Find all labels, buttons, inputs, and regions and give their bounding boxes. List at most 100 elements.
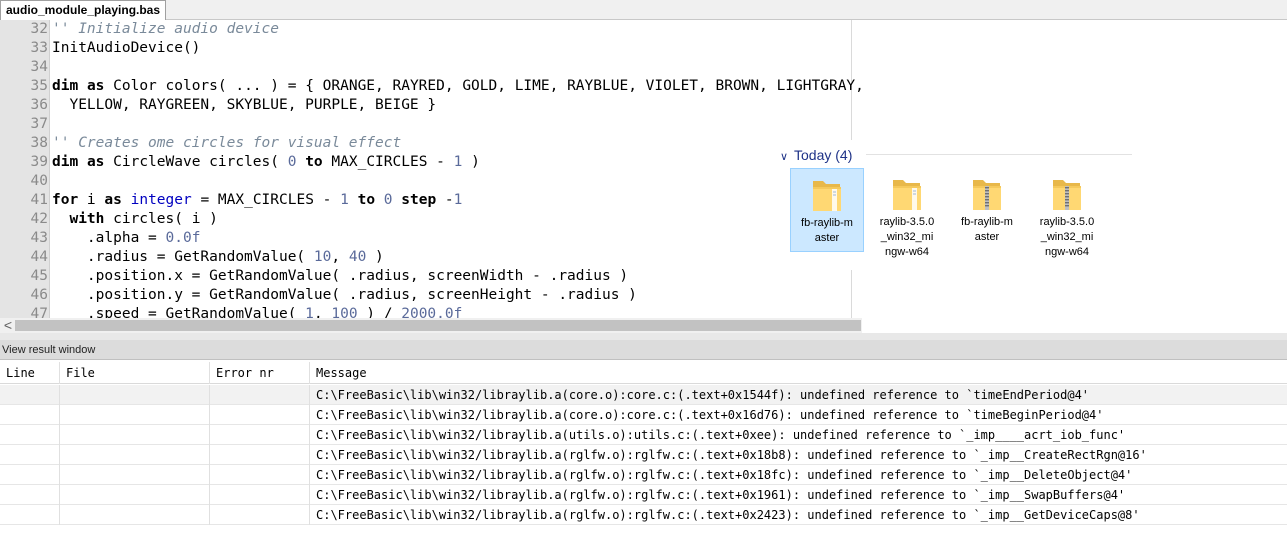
code-token: ,: [331, 249, 349, 265]
line-number: 33: [30, 40, 48, 56]
code-line[interactable]: 38 '' Creates ome circles for visual effe…: [0, 134, 862, 153]
code-token: 40: [348, 249, 367, 265]
result-row[interactable]: C:\FreeBasic\lib\win32/libraylib.a(utils…: [0, 425, 1287, 445]
folder-label: fb-raylib-m aster: [961, 216, 1013, 243]
code-token: 1: [453, 192, 463, 208]
folder-item[interactable]: raylib-3.5.0 _win32_mi ngw-w64: [870, 168, 944, 258]
code-text: YELLOW, RAYGREEN, SKYBLUE, PURPLE, BEIGE…: [52, 96, 436, 115]
column-header-file[interactable]: File: [60, 362, 210, 384]
folder-icon: [890, 174, 924, 214]
folder-item[interactable]: raylib-3.5.0 _win32_mi ngw-w64: [1030, 168, 1104, 258]
line-number: 35: [30, 78, 48, 94]
result-file-cell: [60, 385, 210, 405]
result-file-cell: [60, 425, 210, 445]
code-text: .radius = GetRandomValue( 10, 40 ): [52, 248, 384, 267]
result-error-cell: [210, 385, 310, 405]
result-error-cell: [210, 405, 310, 425]
code-token: YELLOW, RAYGREEN, SKYBLUE, PURPLE, BEIGE…: [52, 97, 437, 113]
code-line[interactable]: 46 .position.y = GetRandomValue( .radius…: [0, 286, 862, 305]
column-header-error[interactable]: Error nr: [210, 362, 310, 384]
result-line-cell: [0, 445, 60, 465]
group-header-today[interactable]: ∨ Today (4): [780, 144, 852, 166]
code-token: .alpha =: [52, 230, 166, 246]
result-row[interactable]: C:\FreeBasic\lib\win32/libraylib.a(core.…: [0, 405, 1287, 425]
line-number: 32: [30, 21, 48, 37]
code-line[interactable]: 42 with circles( i ): [0, 210, 862, 229]
code-token: integer: [130, 192, 192, 208]
line-number: 37: [30, 116, 48, 132]
code-token: .radius = GetRandomValue(: [52, 249, 314, 265]
folder-item[interactable]: fb-raylib-m aster: [790, 168, 864, 252]
code-token: '' Creates ome circles for visual effect: [52, 135, 402, 151]
code-token: with: [69, 211, 105, 227]
code-line[interactable]: 44 .radius = GetRandomValue( 10, 40 ): [0, 248, 862, 267]
code-editor[interactable]: 32 '' Initialize audio device 33 InitAudioD…: [0, 20, 862, 318]
group-divider: [866, 154, 1132, 155]
code-line[interactable]: 43 .alpha = 0.0f: [0, 229, 862, 248]
code-text: .speed = GetRandomValue( 1, 100 ) / 2000…: [52, 305, 462, 318]
result-file-cell: [60, 445, 210, 465]
result-table: Line File Error nr Message C:\FreeBasic\…: [0, 362, 1287, 553]
file-tab[interactable]: audio_module_playing.bas: [0, 0, 167, 20]
panel-splitter[interactable]: [0, 333, 1287, 340]
code-token: InitAudioDevice(): [52, 40, 201, 56]
code-token: = MAX_CIRCLES -: [191, 192, 341, 208]
zip-folder-icon: [1050, 174, 1084, 214]
result-error-cell: [210, 425, 310, 445]
result-row[interactable]: C:\FreeBasic\lib\win32/libraylib.a(rglfw…: [0, 465, 1287, 485]
code-token: ) /: [357, 306, 402, 318]
result-message-cell: C:\FreeBasic\lib\win32/libraylib.a(core.…: [316, 408, 1104, 422]
result-error-cell: [210, 505, 310, 525]
result-row[interactable]: C:\FreeBasic\lib\win32/libraylib.a(rglfw…: [0, 485, 1287, 505]
code-line[interactable]: 39 dim as CircleWave circles( 0 to MAX_CI…: [0, 153, 862, 172]
code-line[interactable]: 34: [0, 58, 862, 77]
code-token: as: [104, 192, 122, 208]
code-text: '' Initialize audio device: [52, 20, 279, 39]
code-line[interactable]: 40: [0, 172, 862, 191]
result-error-cell: [210, 445, 310, 465]
code-text: dim as Color colors( ... ) = { ORANGE, R…: [52, 77, 862, 96]
code-token: 0.0f: [165, 230, 201, 246]
code-token: .position.x = GetRandomValue( .radius, s…: [52, 268, 629, 284]
horizontal-scrollbar[interactable]: <: [0, 318, 862, 333]
result-message-cell: C:\FreeBasic\lib\win32/libraylib.a(utils…: [316, 428, 1126, 442]
code-line[interactable]: 35 dim as Color colors( ... ) = { ORANGE,…: [0, 77, 862, 96]
line-number: 39: [30, 154, 48, 170]
result-row[interactable]: C:\FreeBasic\lib\win32/libraylib.a(rglfw…: [0, 505, 1287, 525]
group-label: Today (4): [794, 147, 853, 163]
result-line-cell: [0, 505, 60, 525]
code-token: -: [436, 192, 454, 208]
result-line-cell: [0, 465, 60, 485]
code-line[interactable]: 45 .position.x = GetRandomValue( .radius…: [0, 267, 862, 286]
folder-item[interactable]: fb-raylib-m aster: [950, 168, 1024, 252]
zip-folder-icon: [970, 174, 1004, 214]
code-line[interactable]: 32 '' Initialize audio device: [0, 20, 862, 39]
folder-label: raylib-3.5.0 _win32_mi ngw-w64: [1039, 216, 1095, 258]
column-header-line[interactable]: Line: [0, 362, 60, 384]
result-file-cell: [60, 505, 210, 525]
code-token: '' Initialize audio device: [52, 21, 279, 37]
result-message-cell: C:\FreeBasic\lib\win32/libraylib.a(rglfw…: [316, 468, 1133, 482]
code-token: .position.y = GetRandomValue( .radius, s…: [52, 287, 637, 303]
line-number: 34: [30, 59, 48, 75]
code-token: 1: [340, 192, 349, 208]
line-number: 44: [30, 249, 48, 265]
code-token: ,: [313, 306, 332, 318]
line-number: 43: [30, 230, 48, 246]
result-file-cell: [60, 465, 210, 485]
code-token: Color colors( ... ) = { ORANGE, RAYRED, …: [104, 78, 862, 94]
scroll-left-arrow-icon[interactable]: <: [2, 318, 14, 333]
code-line[interactable]: 33 InitAudioDevice(): [0, 39, 862, 58]
code-token: to: [357, 192, 376, 208]
result-row[interactable]: C:\FreeBasic\lib\win32/libraylib.a(rglfw…: [0, 445, 1287, 465]
code-line[interactable]: 41 for i as integer = MAX_CIRCLES - 1 to …: [0, 191, 862, 210]
scrollbar-thumb[interactable]: [15, 320, 861, 331]
code-line[interactable]: 36 YELLOW, RAYGREEN, SKYBLUE, PURPLE, BE…: [0, 96, 862, 115]
result-row[interactable]: C:\FreeBasic\lib\win32/libraylib.a(core.…: [0, 385, 1287, 405]
column-header-message[interactable]: Message: [310, 362, 1276, 384]
code-line[interactable]: 47 .speed = GetRandomValue( 1, 100 ) / 2…: [0, 305, 862, 318]
result-error-cell: [210, 465, 310, 485]
code-line[interactable]: 37: [0, 115, 862, 134]
